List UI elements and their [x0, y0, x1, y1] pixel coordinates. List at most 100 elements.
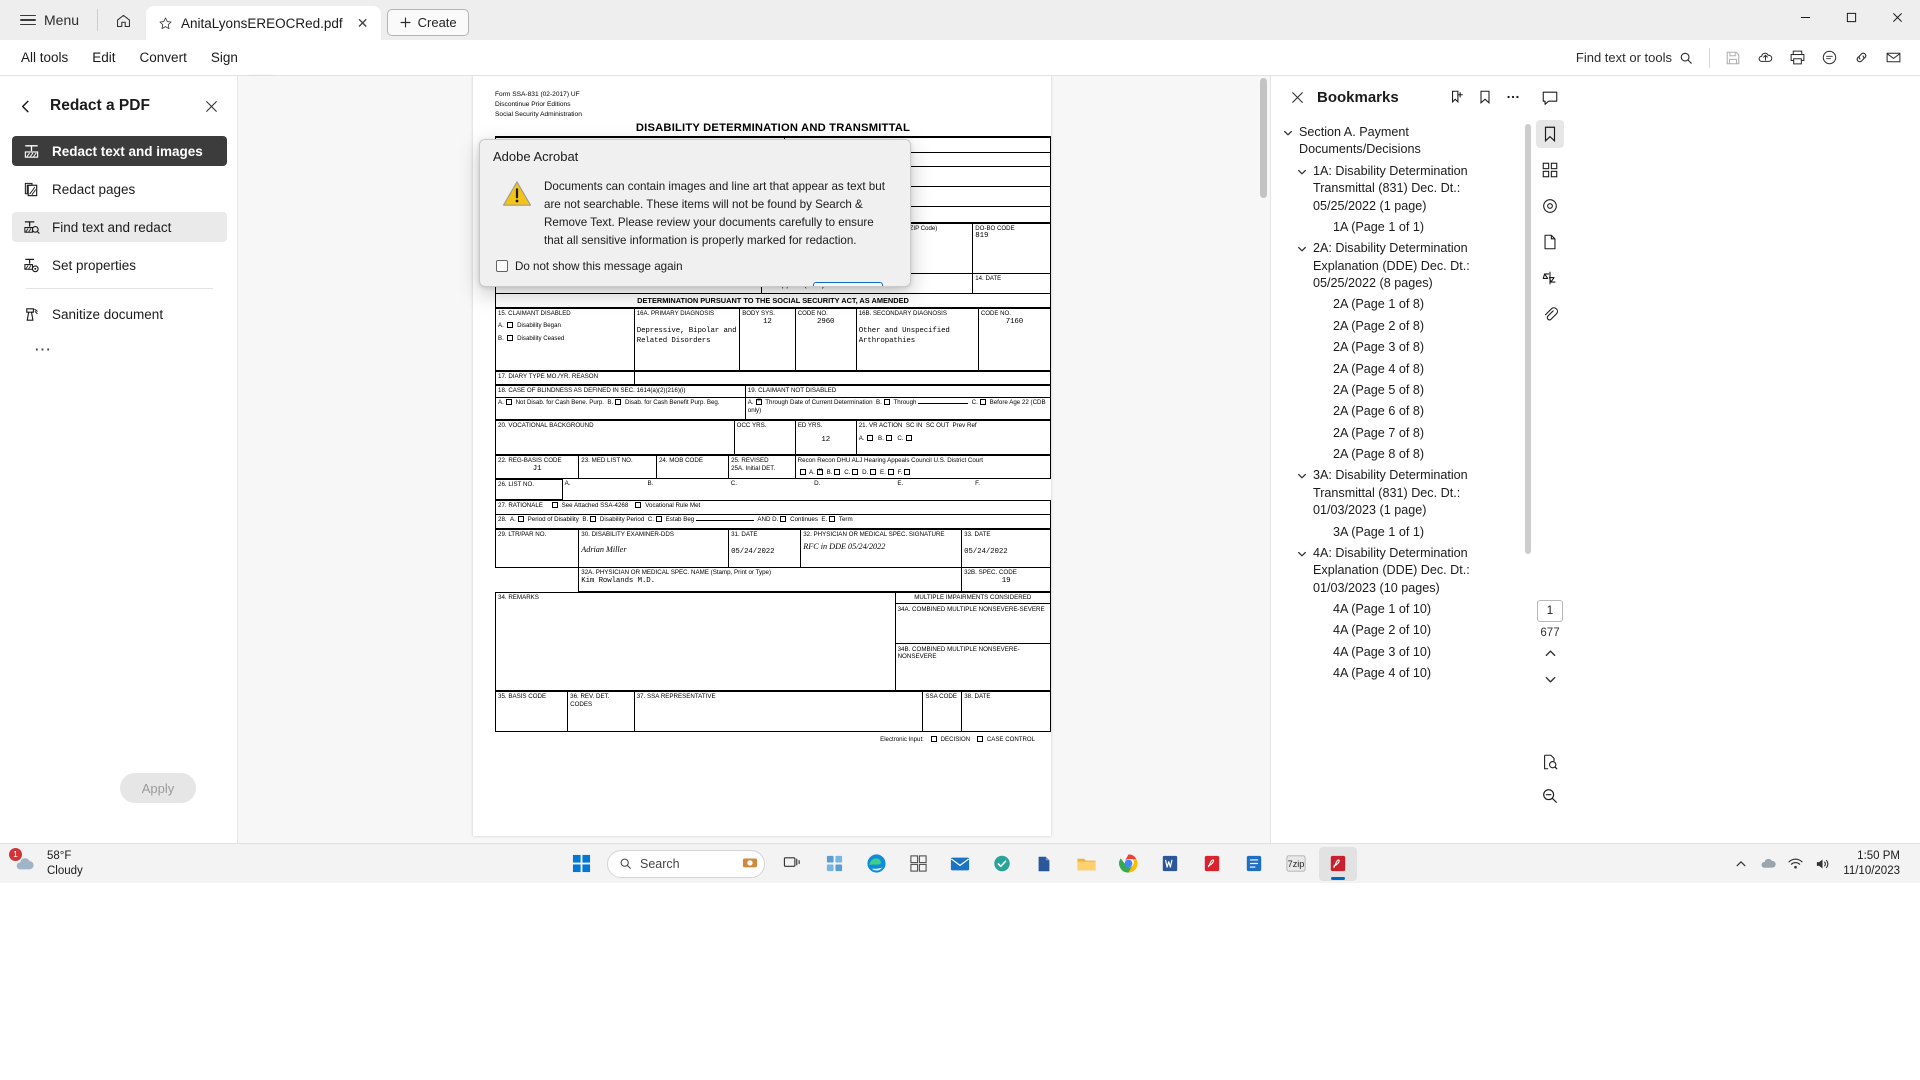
previous-page-button[interactable] [1537, 641, 1563, 665]
vr-a-checkbox[interactable] [866, 435, 873, 442]
bookmark-item[interactable]: 3A (Page 1 of 1) [1311, 522, 1528, 543]
before-age-22-checkbox[interactable] [979, 399, 986, 406]
home-button[interactable] [106, 5, 140, 35]
minimize-button[interactable] [1782, 0, 1828, 34]
tool-set-properties[interactable]: Set properties [12, 250, 227, 280]
teal-app-button[interactable] [983, 847, 1021, 881]
panel-close-button[interactable] [199, 94, 223, 118]
widgets-button[interactable] [815, 847, 853, 881]
bookmarks-more-button[interactable] [1500, 84, 1526, 110]
bookmark-item[interactable]: 2A (Page 1 of 8) [1311, 294, 1528, 315]
estab-beg-checkbox[interactable] [655, 515, 662, 522]
bookmark-item[interactable]: 4A (Page 1 of 10) [1311, 599, 1528, 620]
bookmark-item[interactable]: 4A: Disability Determination Explanation… [1291, 543, 1528, 599]
more-tools-button[interactable]: ⋯ [30, 337, 56, 363]
vocational-rule-checkbox[interactable] [635, 501, 642, 508]
comment-panel-button[interactable] [1536, 84, 1564, 112]
file-explorer-button[interactable] [1067, 847, 1105, 881]
tool-redact-pages[interactable]: Redact pages [12, 174, 227, 204]
disability-period-checkbox[interactable] [590, 515, 597, 522]
tool-sanitize-document[interactable]: Sanitize document [12, 299, 227, 329]
tool-redact-text-and-images[interactable]: Redact text and images [12, 136, 227, 166]
bookmarks-panel-button[interactable] [1536, 120, 1564, 148]
bookmark-item[interactable]: 2A (Page 8 of 8) [1311, 444, 1528, 465]
bookmarks-close-button[interactable] [1285, 85, 1309, 109]
continues-checkbox[interactable] [780, 515, 787, 522]
new-bookmark-button[interactable] [1444, 84, 1470, 110]
bookmark-item[interactable]: 2A (Page 2 of 8) [1311, 316, 1528, 337]
disability-ceased-checkbox[interactable] [507, 335, 514, 342]
mail-button[interactable] [1878, 44, 1908, 72]
bookmark-item[interactable]: 2A: Disability Determination Explanation… [1291, 238, 1528, 294]
disability-began-checkbox[interactable] [507, 321, 514, 328]
volume-button[interactable] [1810, 850, 1834, 878]
chevron-down-icon[interactable] [1295, 545, 1309, 559]
period-disability-checkbox[interactable] [517, 515, 524, 522]
recon-b-checkbox[interactable] [834, 469, 841, 476]
bookmark-button[interactable] [1472, 84, 1498, 110]
acrobat-button[interactable] [1319, 846, 1357, 881]
chevron-down-icon[interactable] [1295, 467, 1309, 481]
next-page-button[interactable] [1537, 667, 1563, 691]
search-page-button[interactable] [1536, 748, 1564, 776]
maximize-button[interactable] [1828, 0, 1874, 34]
bookmark-item[interactable]: 2A (Page 4 of 8) [1311, 359, 1528, 380]
bookmark-item[interactable]: 2A (Page 3 of 8) [1311, 337, 1528, 358]
document-tab[interactable]: AnitaLyonsEREOCRed.pdf ✕ [146, 6, 381, 40]
bookmarks-scrollbar[interactable] [1525, 124, 1531, 814]
cloud-upload-button[interactable] [1750, 44, 1780, 72]
print-button[interactable] [1782, 44, 1812, 72]
show-hidden-icons-button[interactable] [1729, 850, 1753, 878]
tool-find-text-and-redact[interactable]: Find text and redact [12, 212, 227, 242]
apply-button[interactable]: Apply [120, 773, 196, 803]
link-button[interactable] [1846, 44, 1876, 72]
taskbar-search[interactable]: Search [607, 849, 765, 878]
weather-widget[interactable]: 1 58°F Cloudy [0, 846, 93, 882]
window-close-button[interactable] [1874, 0, 1920, 34]
target-button[interactable] [1536, 192, 1564, 220]
sevenzip-button[interactable]: 7zip [1277, 847, 1315, 881]
bookmark-item[interactable]: 4A (Page 4 of 10) [1311, 663, 1528, 684]
compare-button[interactable] [1536, 264, 1564, 292]
recon-d-checkbox[interactable] [870, 469, 877, 476]
network-button[interactable] [1783, 850, 1807, 878]
page-number-input[interactable]: 1 [1537, 600, 1563, 622]
thumbnails-button[interactable] [1536, 156, 1564, 184]
start-button[interactable] [563, 847, 599, 881]
onedrive-button[interactable] [1756, 850, 1780, 878]
acrobat-red-button[interactable] [1193, 847, 1231, 881]
through-checkbox[interactable] [883, 399, 890, 406]
term-checkbox[interactable] [829, 515, 836, 522]
checkbox-box[interactable] [496, 260, 508, 273]
bookmark-item[interactable]: 1A (Page 1 of 1) [1311, 217, 1528, 238]
viewer-scrollbar[interactable] [1259, 76, 1268, 843]
bookmark-item[interactable]: 1A: Disability Determination Transmittal… [1291, 161, 1528, 217]
recon-a-checkbox[interactable] [816, 467, 823, 476]
ok-button[interactable]: OK [813, 281, 883, 286]
bookmark-item[interactable]: 4A (Page 3 of 10) [1311, 642, 1528, 663]
unknown-app-button[interactable] [1025, 847, 1063, 881]
camera-icon[interactable] [742, 855, 758, 872]
bookmark-item[interactable]: 3A: Disability Determination Transmittal… [1291, 465, 1528, 521]
see-attached-checkbox[interactable] [551, 501, 558, 508]
recon-c-checkbox[interactable] [852, 469, 859, 476]
cmd-edit[interactable]: Edit [81, 45, 126, 70]
clock-widget[interactable]: 1:50 PM 11/10/2023 [1837, 849, 1908, 878]
decision-checkbox[interactable] [930, 735, 937, 742]
bookmark-item[interactable]: 2A (Page 6 of 8) [1311, 401, 1528, 422]
bookmark-item[interactable]: 4A (Page 2 of 10) [1311, 620, 1528, 641]
chrome-button[interactable] [1109, 847, 1147, 881]
word-button[interactable] [1151, 847, 1189, 881]
cmd-all-tools[interactable]: All tools [10, 45, 79, 70]
page-button[interactable] [1536, 228, 1564, 256]
back-button[interactable] [14, 95, 36, 117]
cmd-convert[interactable]: Convert [129, 45, 198, 70]
not-disab-cash-checkbox[interactable] [505, 399, 512, 406]
bookmark-item[interactable]: 2A (Page 5 of 8) [1311, 380, 1528, 401]
chevron-down-icon[interactable] [1281, 124, 1295, 138]
task-view-button[interactable] [773, 847, 811, 881]
mail-button[interactable] [941, 847, 979, 881]
do-not-show-again-checkbox[interactable]: Do not show this message again [480, 250, 910, 273]
edge-button[interactable] [857, 847, 895, 881]
recon-f-checkbox[interactable] [904, 469, 911, 476]
